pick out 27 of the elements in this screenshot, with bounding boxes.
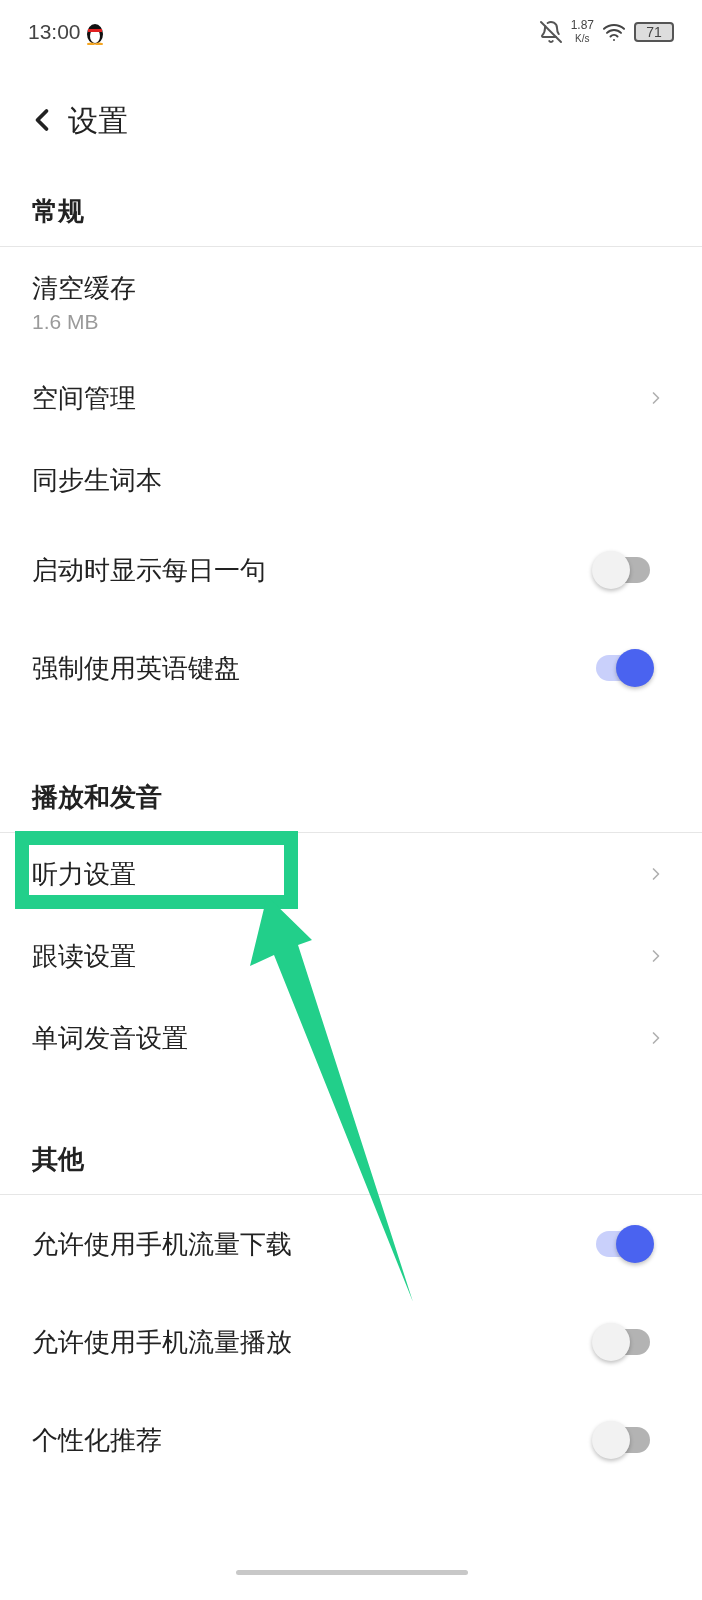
setting-label: 听力设置	[32, 857, 136, 891]
settings-row[interactable]: 听力设置	[0, 833, 702, 915]
setting-value: 1.6 MB	[32, 308, 100, 335]
speed-unit: K/s	[575, 32, 590, 45]
setting-label: 跟读设置	[32, 939, 136, 973]
setting-label: 启动时显示每日一句	[32, 553, 266, 587]
page-title: 设置	[68, 102, 128, 139]
settings-row[interactable]: 跟读设置	[0, 915, 702, 997]
setting-label: 允许使用手机流量播放	[32, 1325, 292, 1359]
setting-label: 清空缓存	[32, 271, 137, 305]
setting-label: 个性化推荐	[32, 1423, 162, 1457]
settings-row[interactable]: 同步生词本	[0, 439, 702, 521]
settings-row[interactable]: 单词发音设置	[0, 997, 702, 1079]
setting-label: 允许使用手机流量下载	[32, 1227, 292, 1261]
bell-off-icon	[538, 20, 563, 44]
battery-indicator: 71	[634, 22, 674, 42]
setting-label: 同步生词本	[32, 463, 162, 497]
setting-label: 强制使用英语键盘	[32, 651, 240, 685]
network-speed: 1.87	[570, 19, 594, 32]
settings-row[interactable]: 空间管理	[0, 357, 702, 439]
setting-label: 单词发音设置	[32, 1021, 188, 1055]
settings-row[interactable]: 清空缓存 1.6 MB	[0, 247, 702, 357]
section-heading: 常规	[32, 194, 84, 228]
clock-time: 13:00	[28, 19, 81, 46]
section-heading: 其他	[32, 1142, 84, 1176]
setting-label: 空间管理	[32, 381, 136, 415]
section-heading: 播放和发音	[32, 780, 162, 814]
